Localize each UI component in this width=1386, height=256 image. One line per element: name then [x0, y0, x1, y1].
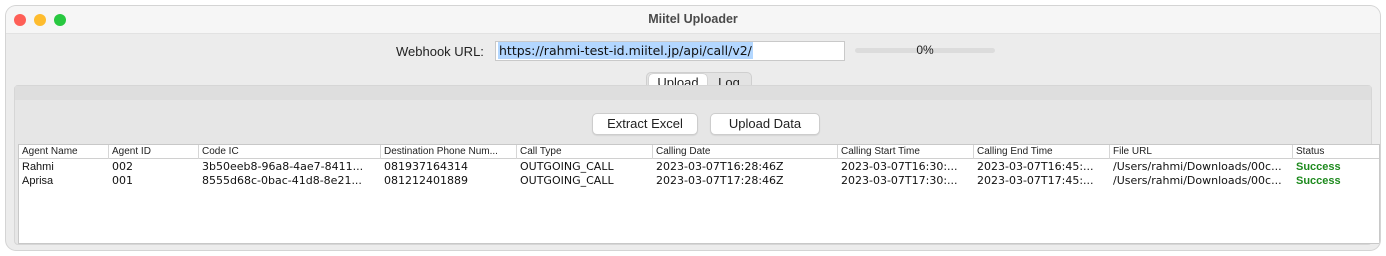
column-header-calling-date[interactable]: Calling Date	[653, 145, 838, 159]
window-title: Miitel Uploader	[648, 12, 738, 26]
cell-agent-name: Aprisa	[22, 175, 54, 187]
column-header-calling-start-time[interactable]: Calling Start Time	[838, 145, 974, 159]
cell-calling-start-time: 2023-03-07T17:30:...	[841, 174, 958, 187]
panel-header-strip	[15, 86, 1371, 100]
webhook-url-label: Webhook URL:	[396, 44, 484, 59]
webhook-url-input[interactable]: https://rahmi-test-id.miitel.jp/api/call…	[495, 41, 845, 61]
column-header-agent-id[interactable]: Agent ID	[109, 145, 199, 159]
cell-agent-id: 001	[112, 174, 133, 187]
column-header-call-type[interactable]: Call Type	[517, 145, 653, 159]
cell-call-type: OUTGOING_CALL	[520, 174, 614, 187]
upload-data-button[interactable]: Upload Data	[710, 113, 820, 135]
column-header-calling-end-time[interactable]: Calling End Time	[974, 145, 1110, 159]
cell-destination-phone: 081937164314	[384, 160, 468, 173]
cell-destination-phone: 081212401889	[384, 174, 468, 187]
cell-agent-id: 002	[112, 160, 133, 173]
column-header-status[interactable]: Status	[1293, 145, 1379, 159]
title-bar: Miitel Uploader	[6, 6, 1380, 34]
upload-panel: Extract Excel Upload Data Agent Name Age…	[14, 85, 1380, 245]
table-row[interactable]: Aprisa 001 8555d68c-0bac-41d8-8e21... 08…	[19, 174, 1379, 188]
cell-call-type: OUTGOING_CALL	[520, 160, 614, 173]
extract-excel-button[interactable]: Extract Excel	[592, 113, 698, 135]
app-window: Miitel Uploader Webhook URL: https://rah…	[6, 6, 1380, 250]
upload-progress-text: 0%	[916, 43, 934, 57]
cell-agent-name: Rahmi	[22, 161, 54, 173]
cell-calling-date: 2023-03-07T17:28:46Z	[656, 174, 784, 187]
cell-calling-start-time: 2023-03-07T16:30:...	[841, 160, 958, 173]
cell-calling-end-time: 2023-03-07T17:45:...	[977, 174, 1094, 187]
cell-code-ic: 8555d68c-0bac-41d8-8e21...	[202, 174, 362, 187]
column-header-destination-phone[interactable]: Destination Phone Num...	[381, 145, 517, 159]
table-header: Agent Name Agent ID Code IC Destination …	[19, 145, 1379, 159]
cell-code-ic: 3b50eeb8-96a8-4ae7-8411...	[202, 160, 364, 173]
calls-table[interactable]: Agent Name Agent ID Code IC Destination …	[18, 144, 1380, 244]
cell-file-url: /Users/rahmi/Downloads/00c...	[1113, 160, 1282, 173]
cell-calling-end-time: 2023-03-07T16:45:...	[977, 160, 1094, 173]
table-row[interactable]: Rahmi 002 3b50eeb8-96a8-4ae7-8411... 081…	[19, 160, 1379, 174]
column-header-file-url[interactable]: File URL	[1110, 145, 1293, 159]
cell-file-url: /Users/rahmi/Downloads/00c...	[1113, 174, 1282, 187]
cell-status: Success	[1296, 175, 1341, 187]
cell-calling-date: 2023-03-07T16:28:46Z	[656, 160, 784, 173]
webhook-url-value: https://rahmi-test-id.miitel.jp/api/call…	[498, 42, 753, 59]
column-header-agent-name[interactable]: Agent Name	[19, 145, 109, 159]
column-header-code-ic[interactable]: Code IC	[199, 145, 381, 159]
cell-status: Success	[1296, 161, 1341, 173]
